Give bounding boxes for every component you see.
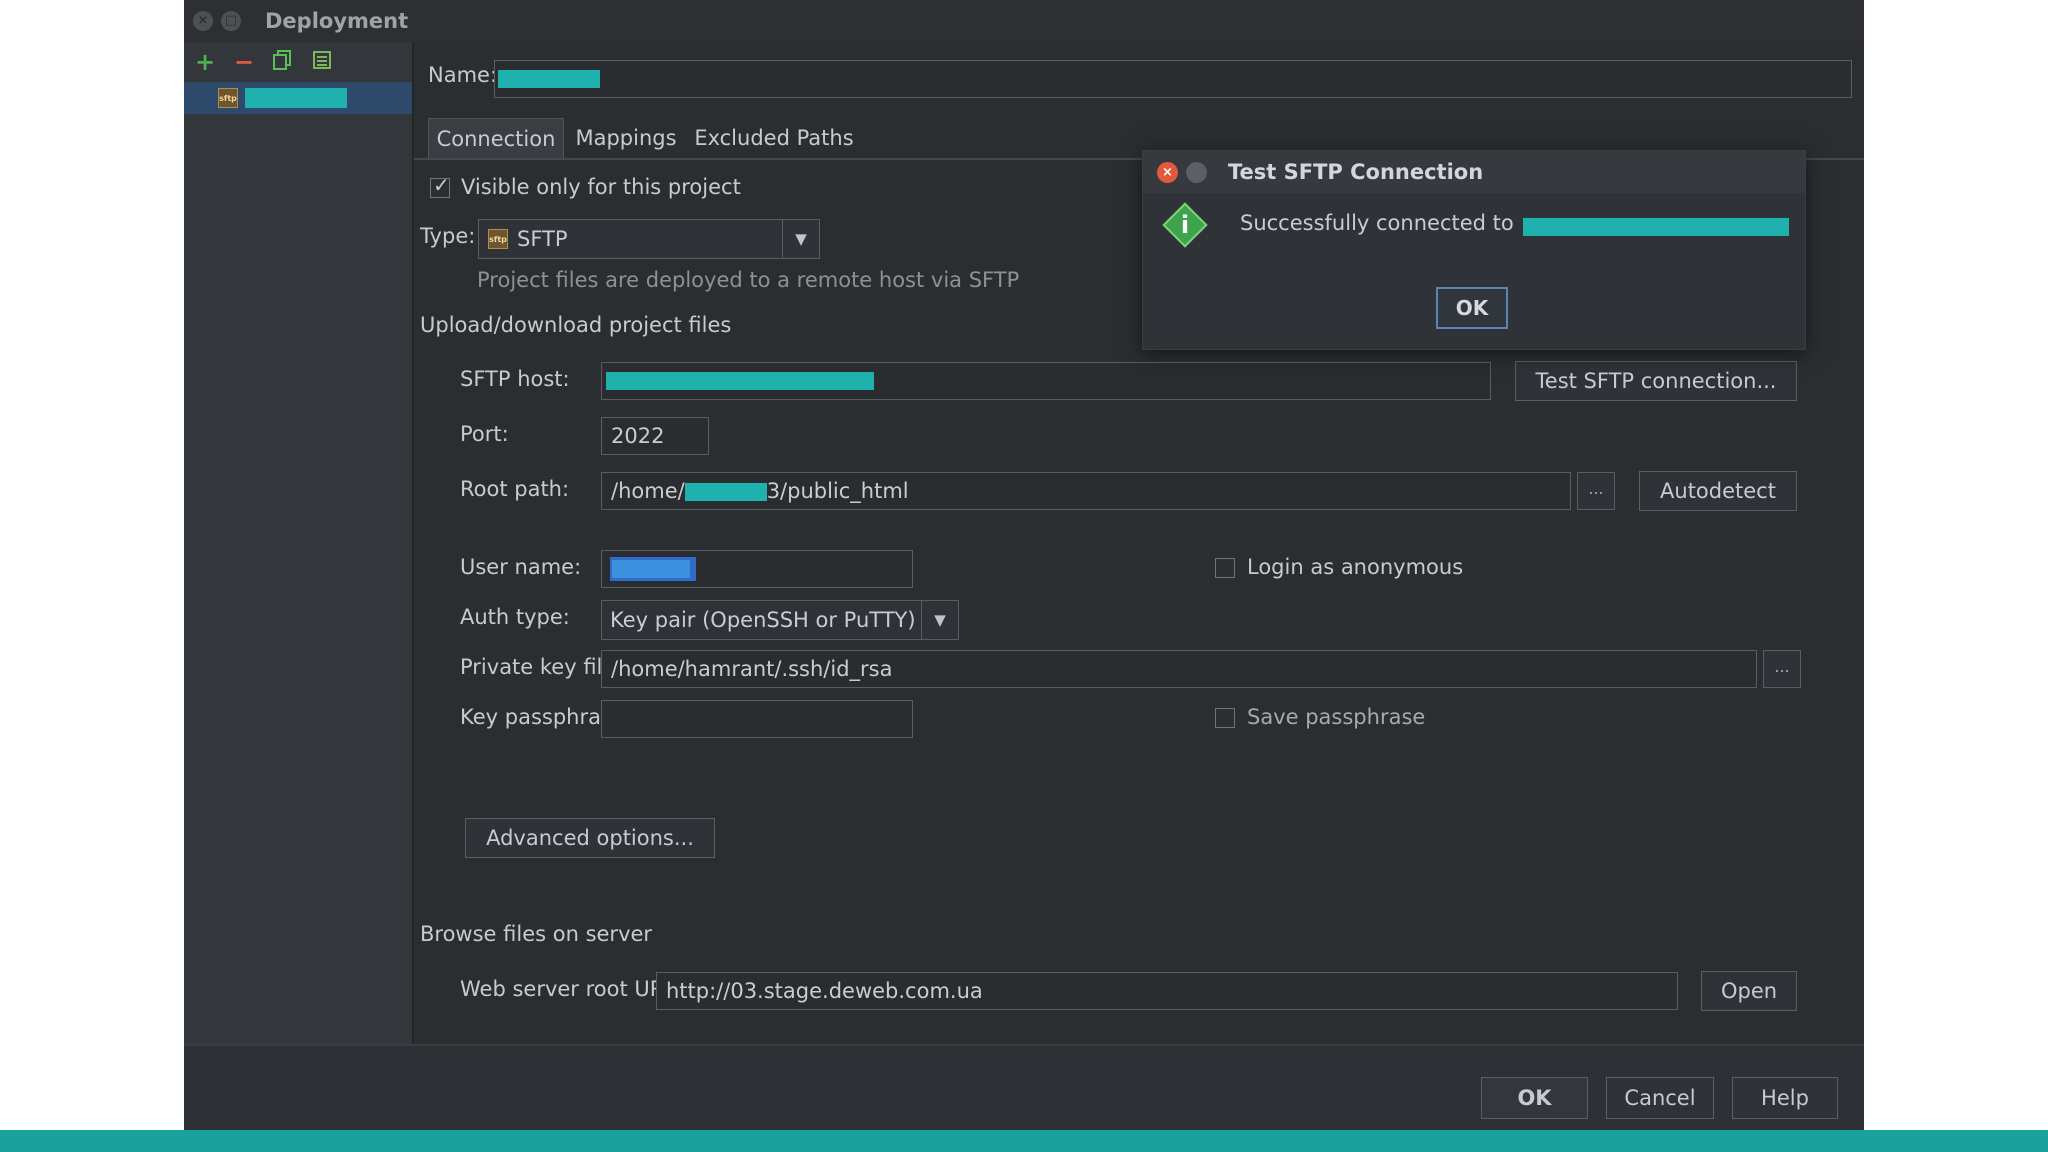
- name-field[interactable]: [494, 60, 1852, 98]
- checkmark-icon: ✓: [433, 173, 450, 197]
- minus-icon[interactable]: −: [231, 49, 257, 75]
- copy-icon[interactable]: [270, 49, 296, 75]
- redacted-connected-host: [1523, 218, 1789, 236]
- window-title: Deployment: [265, 9, 409, 33]
- sftp-server-icon: sftp: [218, 88, 238, 108]
- bottom-strip: [0, 1130, 2048, 1152]
- upload-section-title: Upload/download project files: [420, 313, 732, 337]
- tab-connection[interactable]: Connection: [428, 118, 564, 158]
- info-icon-glyph: i: [1180, 211, 1190, 239]
- autodetect-button[interactable]: Autodetect: [1639, 471, 1797, 511]
- tab-excluded-paths[interactable]: Excluded Paths: [686, 118, 862, 158]
- redacted-host-value: [606, 372, 874, 390]
- window-maximize-button[interactable]: □: [221, 11, 241, 31]
- type-label: Type:: [420, 224, 476, 248]
- port-field[interactable]: 2022: [601, 417, 709, 455]
- browse-section-title: Browse files on server: [420, 922, 653, 946]
- sidebar-item-server[interactable]: sftp: [184, 82, 412, 114]
- auth-type-value: Key pair (OpenSSH or PuTTY): [610, 608, 916, 632]
- port-label: Port:: [460, 422, 509, 446]
- root-path-browse-button[interactable]: ...: [1577, 472, 1615, 510]
- window-titlebar: × □ Deployment: [184, 0, 1864, 42]
- redacted-root-path: [684, 483, 767, 501]
- open-button[interactable]: Open: [1701, 971, 1797, 1011]
- type-dropdown[interactable]: sftp SFTP ▼: [478, 219, 820, 259]
- test-sftp-connection-button[interactable]: Test SFTP connection...: [1515, 361, 1797, 401]
- save-passphrase-checkbox[interactable]: [1215, 708, 1235, 728]
- server-list-sidebar: + − sftp: [184, 42, 414, 1044]
- user-name-label: User name:: [460, 555, 582, 579]
- chevron-down-icon[interactable]: ▼: [921, 601, 958, 639]
- login-anonymous-label: Login as anonymous: [1247, 555, 1464, 579]
- visible-only-label: Visible only for this project: [461, 175, 741, 199]
- root-path-prefix: /home/: [611, 479, 685, 503]
- ok-button[interactable]: OK: [1481, 1077, 1588, 1119]
- name-label: Name:: [428, 63, 498, 87]
- redacted-server-name: [245, 88, 347, 108]
- dialog-title: Test SFTP Connection: [1228, 160, 1484, 184]
- dialog-close-button[interactable]: ×: [1157, 162, 1178, 183]
- dialog-ok-button[interactable]: OK: [1436, 287, 1508, 329]
- sftp-type-icon: sftp: [488, 229, 508, 249]
- plus-icon[interactable]: +: [192, 49, 218, 75]
- tab-mappings[interactable]: Mappings: [568, 118, 684, 158]
- save-passphrase-label: Save passphrase: [1247, 705, 1426, 729]
- key-passphrase-field[interactable]: [601, 700, 913, 738]
- type-description: Project files are deployed to a remote h…: [477, 268, 1020, 292]
- dialog-footer: OK Cancel Help: [184, 1044, 1864, 1130]
- test-sftp-dialog: × Test SFTP Connection i Successfully co…: [1142, 150, 1806, 350]
- private-key-label: Private key file:: [460, 655, 623, 679]
- dialog-maximize-button[interactable]: [1186, 162, 1207, 183]
- root-path-label: Root path:: [460, 477, 570, 501]
- help-button[interactable]: Help: [1732, 1077, 1838, 1119]
- chevron-down-icon[interactable]: ▼: [782, 220, 819, 258]
- sftp-host-field[interactable]: [601, 362, 1491, 400]
- advanced-options-button[interactable]: Advanced options...: [465, 818, 715, 858]
- move-to-group-icon[interactable]: [309, 49, 335, 75]
- web-root-field[interactable]: http://03.stage.deweb.com.ua: [656, 972, 1678, 1010]
- auth-type-dropdown[interactable]: Key pair (OpenSSH or PuTTY) ▼: [601, 600, 959, 640]
- type-value: SFTP: [517, 227, 568, 251]
- login-anonymous-checkbox[interactable]: [1215, 558, 1235, 578]
- user-name-field[interactable]: [601, 550, 913, 588]
- private-key-browse-button[interactable]: ...: [1763, 650, 1801, 688]
- root-path-suffix: 3/public_html: [766, 479, 909, 503]
- window-close-button[interactable]: ×: [193, 11, 213, 31]
- private-key-field[interactable]: /home/hamrant/.ssh/id_rsa: [601, 650, 1757, 688]
- root-path-field[interactable]: /home/3/public_html: [601, 472, 1571, 510]
- redacted-name-value: [498, 70, 600, 88]
- visible-only-checkbox[interactable]: ✓: [430, 173, 450, 198]
- sftp-host-label: SFTP host:: [460, 367, 570, 391]
- redacted-user-name: [612, 560, 690, 578]
- auth-type-label: Auth type:: [460, 605, 570, 629]
- cancel-button[interactable]: Cancel: [1606, 1077, 1714, 1119]
- dialog-titlebar: × Test SFTP Connection: [1143, 151, 1805, 193]
- dialog-message: Successfully connected to: [1240, 211, 1514, 235]
- web-root-label: Web server root URL:: [460, 977, 684, 1001]
